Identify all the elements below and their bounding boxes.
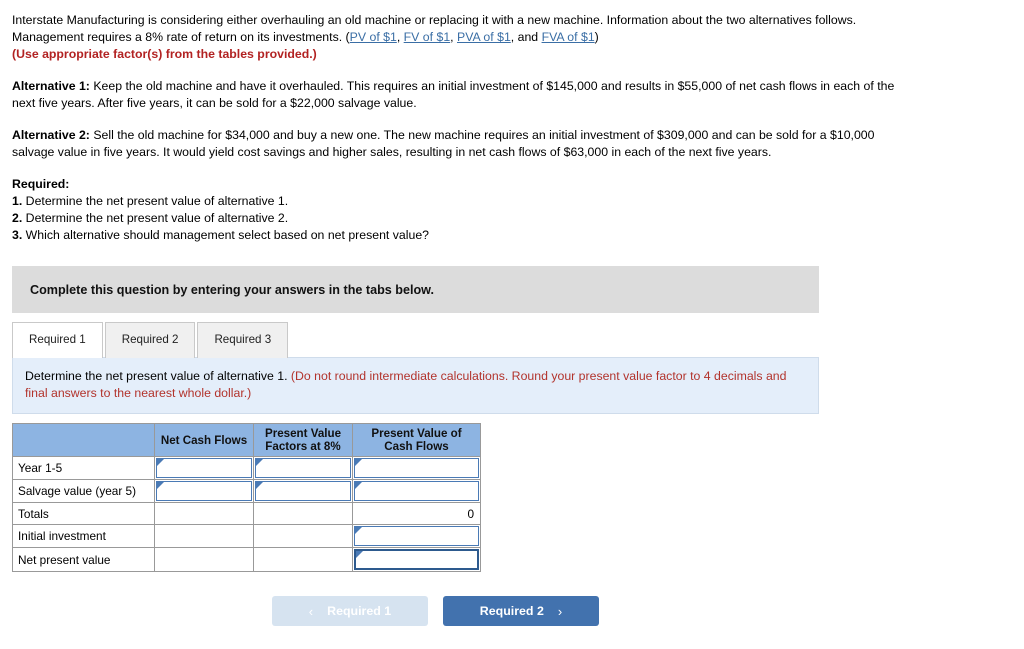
header-pv-cash-flows: Present Value of Cash Flows xyxy=(352,423,481,457)
instructions-banner: Complete this question by entering your … xyxy=(12,266,819,313)
problem-statement: Interstate Manufacturing is considering … xyxy=(12,12,896,244)
next-required-button[interactable]: Required 2 › xyxy=(443,596,599,626)
cell-totals-pv-cash-flows: 0 xyxy=(352,502,481,525)
answer-table-wrapper: Net Cash Flows Present Value Factors at … xyxy=(12,423,1024,572)
fv-of-1-link[interactable]: FV of $1 xyxy=(404,30,450,44)
npv-answer-table: Net Cash Flows Present Value Factors at … xyxy=(12,423,481,572)
cell-year15-pv-cash-flows[interactable] xyxy=(352,456,481,480)
pva-of-1-link[interactable]: PVA of $1 xyxy=(457,30,511,44)
alternative-2-paragraph: Alternative 2: Sell the old machine for … xyxy=(12,127,896,161)
answer-table-head: Net Cash Flows Present Value Factors at … xyxy=(12,423,481,457)
cell-year15-pv-factor[interactable] xyxy=(253,456,353,480)
answer-table-body: Year 1-5 Salvage value (year 5) Totals 0… xyxy=(12,456,481,572)
tab-required-2-label: Required 2 xyxy=(121,333,179,346)
cell-salvage-net-cash-flows[interactable] xyxy=(154,479,254,503)
input-salvage-pv-cash-flows[interactable] xyxy=(354,481,479,501)
row-label-totals: Totals xyxy=(12,502,155,525)
input-year15-pv-factor[interactable] xyxy=(255,458,351,478)
cell-totals-net-cash-flows xyxy=(154,502,254,525)
required-item-2: 2. Determine the net present value of al… xyxy=(12,210,896,227)
cell-initial-pv-factor xyxy=(253,524,353,548)
tab-instruction-panel: Determine the net present value of alter… xyxy=(12,357,819,414)
next-required-label: Required 2 xyxy=(479,604,544,618)
cell-totals-pv-factor xyxy=(253,502,353,525)
pv-of-1-link[interactable]: PV of $1 xyxy=(350,30,397,44)
cell-npv-pv-factor xyxy=(253,547,353,572)
table-row: Net present value xyxy=(12,547,481,572)
header-pv-factors: Present Value Factors at 8% xyxy=(253,423,353,457)
chevron-right-icon: › xyxy=(557,603,563,619)
table-row: Salvage value (year 5) xyxy=(12,479,481,503)
cell-initial-net-cash-flows xyxy=(154,524,254,548)
alternative-1-text: Keep the old machine and have it overhau… xyxy=(12,79,895,110)
link-sep-2: , xyxy=(450,30,457,44)
input-net-present-value[interactable] xyxy=(354,549,479,570)
tab-navigation: ‹ Required 1 Required 2 › xyxy=(12,596,819,626)
table-row: Year 1-5 xyxy=(12,456,481,480)
use-factors-note: (Use appropriate factor(s) from the tabl… xyxy=(12,47,317,61)
required-item-1-text: Determine the net present value of alter… xyxy=(22,194,289,208)
cell-initial-investment-value[interactable] xyxy=(352,524,481,548)
alternative-1-paragraph: Alternative 1: Keep the old machine and … xyxy=(12,78,896,112)
input-initial-investment[interactable] xyxy=(354,526,479,546)
tab-required-3[interactable]: Required 3 xyxy=(197,322,289,358)
table-row: Initial investment xyxy=(12,524,481,548)
fva-of-1-link[interactable]: FVA of $1 xyxy=(542,30,595,44)
tab-instruction-main: Determine the net present value of alter… xyxy=(25,369,291,383)
instructions-banner-text: Complete this question by entering your … xyxy=(30,282,434,297)
input-year15-pv-cash-flows[interactable] xyxy=(354,458,479,478)
question-page: Interstate Manufacturing is considering … xyxy=(0,0,1024,649)
required-item-1-number: 1. xyxy=(12,194,23,208)
tab-required-1[interactable]: Required 1 xyxy=(12,322,103,358)
required-item-3-number: 3. xyxy=(12,228,23,242)
link-sep-1: , xyxy=(396,30,404,44)
alternative-2-label: Alternative 2: xyxy=(12,128,90,142)
row-label-initial-investment: Initial investment xyxy=(12,524,155,548)
input-salvage-pv-factor[interactable] xyxy=(255,481,351,501)
chevron-left-icon: ‹ xyxy=(308,603,314,619)
cell-year15-net-cash-flows[interactable] xyxy=(154,456,254,480)
cell-npv-net-cash-flows xyxy=(154,547,254,572)
tab-required-3-label: Required 3 xyxy=(214,333,272,346)
required-item-3: 3. Which alternative should management s… xyxy=(12,227,896,244)
input-year15-net-cash-flows[interactable] xyxy=(156,458,252,478)
cell-salvage-pv-factor[interactable] xyxy=(253,479,353,503)
alternative-1-label: Alternative 1: xyxy=(12,79,90,93)
table-row: Totals 0 xyxy=(12,502,481,525)
required-item-2-number: 2. xyxy=(12,211,23,225)
header-row-label xyxy=(12,423,155,457)
intro-close-paren: ) xyxy=(594,30,599,44)
cell-salvage-pv-cash-flows[interactable] xyxy=(352,479,481,503)
required-heading: Required: xyxy=(12,177,70,191)
intro-paragraph: Interstate Manufacturing is considering … xyxy=(12,12,896,46)
tab-required-2[interactable]: Required 2 xyxy=(104,322,196,358)
required-item-2-text: Determine the net present value of alter… xyxy=(22,211,289,225)
answer-table-header-row: Net Cash Flows Present Value Factors at … xyxy=(12,423,481,457)
alternative-2-text: Sell the old machine for $34,000 and buy… xyxy=(12,128,875,159)
link-sep-3: , and xyxy=(510,30,542,44)
tab-required-1-label: Required 1 xyxy=(29,333,86,346)
cell-net-present-value[interactable] xyxy=(352,547,481,572)
input-salvage-net-cash-flows[interactable] xyxy=(156,481,252,501)
row-label-net-present-value: Net present value xyxy=(12,547,155,572)
required-item-1: 1. Determine the net present value of al… xyxy=(12,193,896,210)
tab-bar: Required 1 Required 2 Required 3 xyxy=(12,322,819,358)
previous-required-label: Required 1 xyxy=(327,604,392,618)
row-label-year-1-5: Year 1-5 xyxy=(12,456,155,480)
previous-required-button[interactable]: ‹ Required 1 xyxy=(272,596,428,626)
row-label-salvage-value: Salvage value (year 5) xyxy=(12,479,155,503)
required-item-3-text: Which alternative should management sele… xyxy=(22,228,429,242)
header-net-cash-flows: Net Cash Flows xyxy=(154,423,254,457)
